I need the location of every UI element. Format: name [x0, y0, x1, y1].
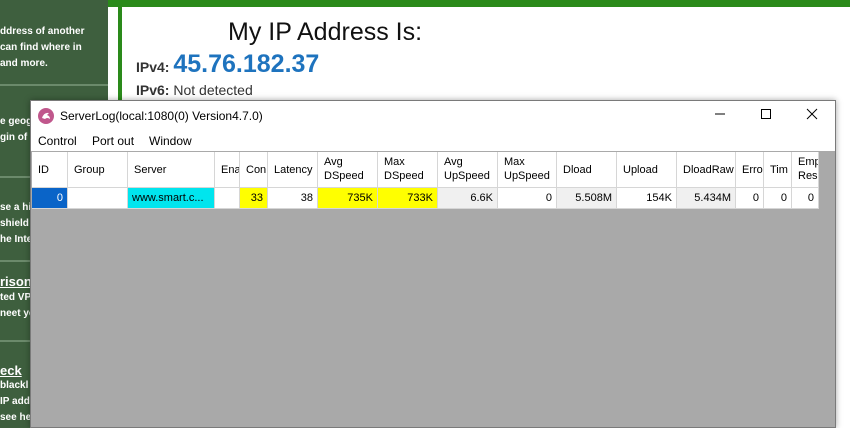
- app-icon: [38, 108, 54, 124]
- page-title: My IP Address Is:: [228, 18, 423, 46]
- cell-avg-dspeed[interactable]: 735K: [318, 188, 378, 209]
- cell-upload[interactable]: 154K: [617, 188, 677, 209]
- cell-max-upspeed[interactable]: 0: [498, 188, 557, 209]
- col-header-empty-res[interactable]: Emp Res: [792, 152, 819, 188]
- menu-port-out[interactable]: Port out: [92, 134, 134, 148]
- col-header-avg-upspeed[interactable]: Avg UpSpeed: [438, 152, 498, 188]
- maximize-button[interactable]: [743, 101, 789, 131]
- sidebar-line: and more.: [0, 58, 48, 69]
- cell-enabled[interactable]: [215, 188, 240, 209]
- cell-server[interactable]: www.smart.c...: [128, 188, 215, 209]
- cell-empty-res[interactable]: 0: [792, 188, 819, 209]
- cell-avg-upspeed[interactable]: 6.6K: [438, 188, 498, 209]
- ipv4-line: IPv4: 45.76.182.37: [136, 50, 319, 79]
- cell-connections[interactable]: 33: [240, 188, 268, 209]
- col-header-enabled[interactable]: Ena: [215, 152, 240, 188]
- menu-window[interactable]: Window: [149, 134, 192, 148]
- menu-control[interactable]: Control: [38, 134, 77, 148]
- col-header-server[interactable]: Server: [128, 152, 215, 188]
- cell-latency[interactable]: 38: [268, 188, 318, 209]
- ipv6-value: Not detected: [173, 82, 253, 98]
- sidebar-line: can find where in: [0, 42, 82, 53]
- col-header-dloadraw[interactable]: DloadRaw: [677, 152, 736, 188]
- sidebar-divider: [0, 84, 108, 86]
- cell-group[interactable]: [68, 188, 128, 209]
- ipv6-line: IPv6: Not detected: [136, 82, 253, 98]
- cell-timeout[interactable]: 0: [764, 188, 792, 209]
- background-frame-top: [108, 0, 850, 7]
- col-header-dload[interactable]: Dload: [557, 152, 617, 188]
- serverlog-window: ServerLog(local:1080(0) Version4.7.0) Co…: [30, 100, 836, 428]
- sidebar-heading-link[interactable]: eck: [0, 363, 22, 378]
- cell-dloadraw[interactable]: 5.434M: [677, 188, 736, 209]
- col-header-max-upspeed[interactable]: Max UpSpeed: [498, 152, 557, 188]
- col-header-avg-dspeed[interactable]: Avg DSpeed: [318, 152, 378, 188]
- minimize-icon: [714, 107, 726, 125]
- cell-id[interactable]: 0: [32, 188, 68, 209]
- window-titlebar[interactable]: ServerLog(local:1080(0) Version4.7.0): [31, 101, 835, 131]
- cell-errors[interactable]: 0: [736, 188, 764, 209]
- col-header-timeout[interactable]: Tim: [764, 152, 792, 188]
- col-header-connections[interactable]: Con: [240, 152, 268, 188]
- sidebar-line: ddress of another: [0, 26, 85, 37]
- cell-max-dspeed[interactable]: 733K: [378, 188, 438, 209]
- sidebar-text-block-1: ddress of another can find where in and …: [0, 24, 108, 72]
- menu-bar: Control Port out Window: [31, 131, 835, 151]
- cell-dload[interactable]: 5.508M: [557, 188, 617, 209]
- ipv4-label: IPv4:: [136, 59, 170, 75]
- col-header-max-dspeed[interactable]: Max DSpeed: [378, 152, 438, 188]
- ipv6-label: IPv6:: [136, 82, 170, 98]
- close-button[interactable]: [789, 101, 835, 131]
- maximize-icon: [760, 107, 772, 125]
- col-header-latency[interactable]: Latency: [268, 152, 318, 188]
- ipv4-value: 45.76.182.37: [173, 50, 320, 78]
- minimize-button[interactable]: [697, 101, 743, 131]
- server-grid[interactable]: ID Group Server Ena Con Latency Avg DSpe…: [32, 152, 819, 209]
- window-title: ServerLog(local:1080(0) Version4.7.0): [60, 109, 263, 123]
- col-header-errors[interactable]: Erro: [736, 152, 764, 188]
- close-icon: [806, 107, 818, 125]
- sidebar-heading-link[interactable]: rison: [0, 274, 32, 289]
- col-header-group[interactable]: Group: [68, 152, 128, 188]
- col-header-id[interactable]: ID: [32, 152, 68, 188]
- col-header-upload[interactable]: Upload: [617, 152, 677, 188]
